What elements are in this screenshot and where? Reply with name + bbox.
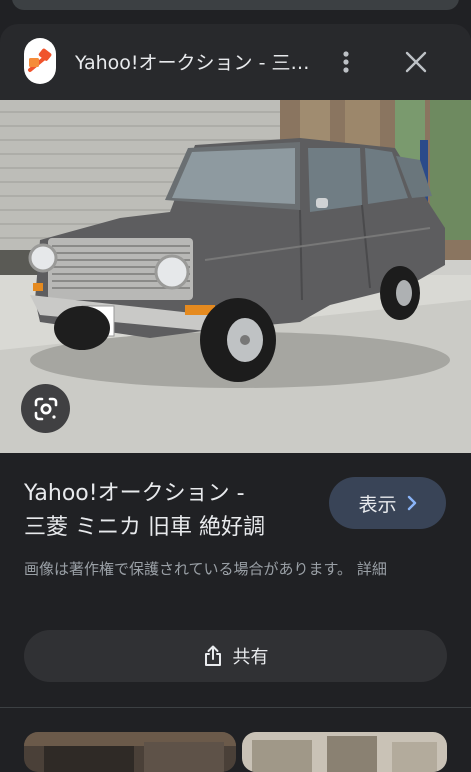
result-title-line2: 三菱 ミニカ 旧車 絶好調 xyxy=(24,515,265,540)
copyright-notice: 画像は著作権で保護されている場合があります。 詳細 xyxy=(24,560,387,578)
source-title[interactable]: Yahoo!オークション - 三菱 ミニカ 旧車 絶好調 xyxy=(75,48,315,75)
view-button-label: 表示 xyxy=(358,493,397,516)
result-image[interactable] xyxy=(0,100,471,453)
related-image-thumbnail[interactable] xyxy=(242,732,447,772)
result-title[interactable]: Yahoo!オークション - 三菱 ミニカ 旧車 絶好調 xyxy=(24,477,314,545)
share-button-label: 共有 xyxy=(232,647,269,668)
view-button[interactable]: 表示 xyxy=(329,477,446,529)
more-vert-icon[interactable] xyxy=(330,48,362,76)
google-lens-icon[interactable] xyxy=(21,384,70,433)
share-icon xyxy=(204,645,221,666)
related-image-thumbnail[interactable] xyxy=(24,732,236,772)
yahoo-auction-logo-icon[interactable] xyxy=(24,38,56,84)
top-strip xyxy=(0,0,471,24)
result-title-line1: Yahoo!オークション - xyxy=(24,481,245,506)
chevron-right-icon xyxy=(407,495,416,511)
close-icon[interactable] xyxy=(400,48,432,76)
previous-card-edge xyxy=(12,0,459,10)
source-header: Yahoo!オークション - 三菱 ミニカ 旧車 絶好調 xyxy=(0,24,471,100)
share-button[interactable]: 共有 xyxy=(24,630,447,682)
divider xyxy=(0,707,471,708)
